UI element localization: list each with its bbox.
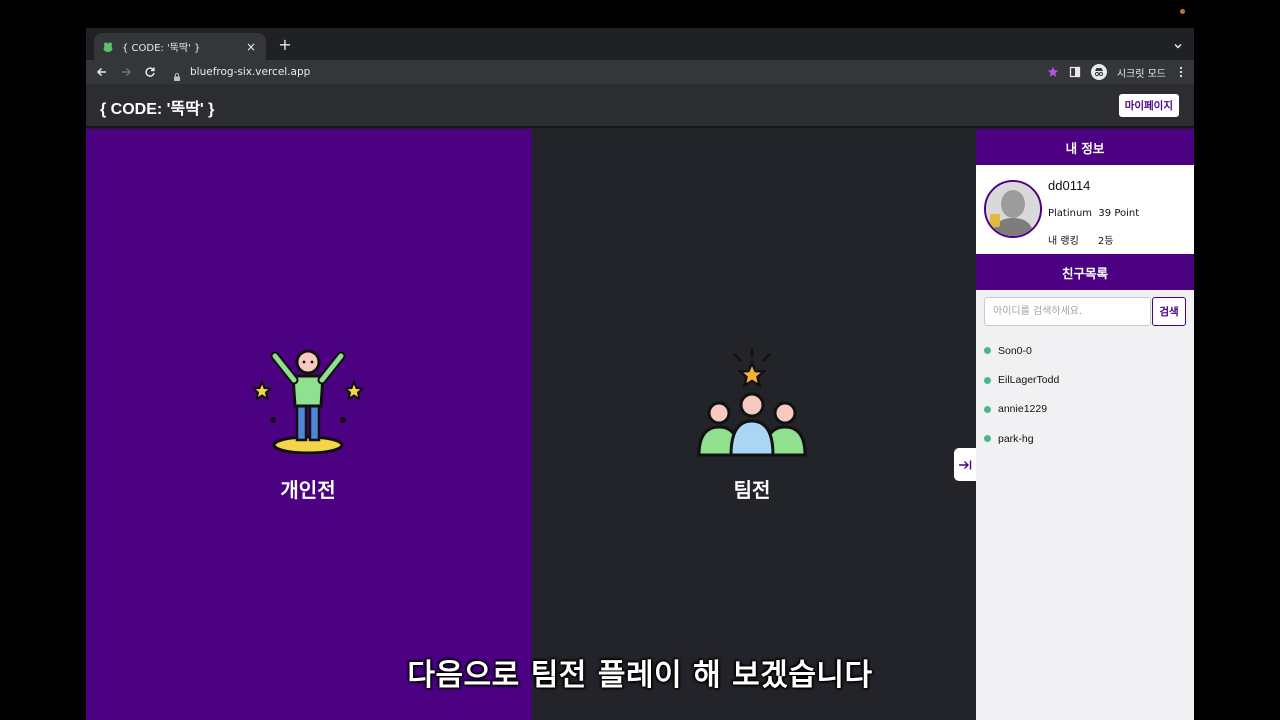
friend-item[interactable]: EilLagerTodd <box>976 365 1194 394</box>
arrow-to-right-icon <box>959 460 972 469</box>
friend-item[interactable]: annie1229 <box>976 395 1194 424</box>
friend-search-input[interactable] <box>984 297 1151 326</box>
browser-tab[interactable]: { CODE: '뚝딱' } × <box>94 33 266 60</box>
bookmark-star-icon[interactable] <box>1047 63 1059 82</box>
online-status-icon <box>984 435 991 443</box>
friend-search-row: 검색 <box>976 290 1194 336</box>
browser-toolbar: bluefrog-six.vercel.app 시크릿 모드 <box>86 60 1194 84</box>
friend-name: Son0-0 <box>998 344 1032 357</box>
team-star-icon <box>697 347 807 457</box>
tier-points: Platinum 39 Point <box>1048 208 1140 219</box>
tab-search-chevron-icon[interactable] <box>1172 37 1184 49</box>
forward-arrow-icon[interactable] <box>114 60 138 84</box>
tab-close-icon[interactable]: × <box>244 40 258 54</box>
solo-mode-label: 개인전 <box>280 478 336 502</box>
incognito-label: 시크릿 모드 <box>1116 68 1166 80</box>
incognito-icon[interactable] <box>1090 64 1107 80</box>
screen: { CODE: '뚝딱' } × + bluefrog-six.vercel.a… <box>0 0 1280 720</box>
video-subtitle: 다음으로 팀전 플레이 해 보겠습니다 <box>407 658 873 693</box>
avatar[interactable] <box>984 180 1042 238</box>
friends-header: 친구목록 <box>976 254 1194 290</box>
team-mode-label: 팀전 <box>733 478 771 502</box>
search-button[interactable]: 검색 <box>1152 297 1186 326</box>
friend-name: annie1229 <box>998 403 1048 416</box>
friend-item[interactable]: park-hg <box>976 424 1194 453</box>
url-text: bluefrog-six.vercel.app <box>190 66 311 78</box>
profile-card: dd0114 Platinum 39 Point 내 랭킹 2등 <box>976 165 1194 254</box>
address-bar[interactable]: bluefrog-six.vercel.app <box>166 61 1056 83</box>
solo-mode-pane[interactable]: 개인전 <box>86 129 532 720</box>
friend-item[interactable]: Son0-0 <box>976 336 1194 365</box>
side-panel-icon[interactable] <box>1069 63 1081 82</box>
friend-name: park-hg <box>998 432 1034 445</box>
my-info-header: 내 정보 <box>976 129 1194 165</box>
app-header: { CODE: '뚝딱' } 마이페이지 <box>86 84 1194 128</box>
browser-window: { CODE: '뚝딱' } × + bluefrog-six.vercel.a… <box>86 28 1194 720</box>
online-status-icon <box>984 405 991 413</box>
friend-name: EilLagerTodd <box>998 374 1060 387</box>
collapse-sidebar-button[interactable] <box>954 448 976 481</box>
back-arrow-icon[interactable] <box>90 60 114 84</box>
more-menu-icon[interactable] <box>1176 63 1186 82</box>
mypage-button[interactable]: 마이페이지 <box>1118 94 1179 117</box>
my-rank: 내 랭킹 2등 <box>1048 236 1114 247</box>
new-tab-button[interactable]: + <box>276 35 294 54</box>
frog-favicon-icon <box>102 41 114 53</box>
sidebar: 내 정보 dd0114 Platinum 39 Point 내 랭킹 2등 친구… <box>976 129 1194 720</box>
online-status-icon <box>984 376 991 384</box>
app-logo[interactable]: { CODE: '뚝딱' } <box>100 95 214 119</box>
team-mode-pane[interactable]: 팀전 <box>532 129 975 720</box>
recording-dot <box>1180 9 1185 14</box>
celebrating-person-icon <box>250 344 366 455</box>
tab-strip: { CODE: '뚝딱' } × + <box>86 28 1194 60</box>
username: dd0114 <box>1048 178 1091 193</box>
toolbar-right: 시크릿 모드 <box>1047 60 1186 84</box>
reload-icon[interactable] <box>138 60 162 84</box>
lock-icon <box>172 67 182 81</box>
tab-title: { CODE: '뚝딱' } <box>122 43 201 54</box>
online-status-icon <box>984 347 991 355</box>
